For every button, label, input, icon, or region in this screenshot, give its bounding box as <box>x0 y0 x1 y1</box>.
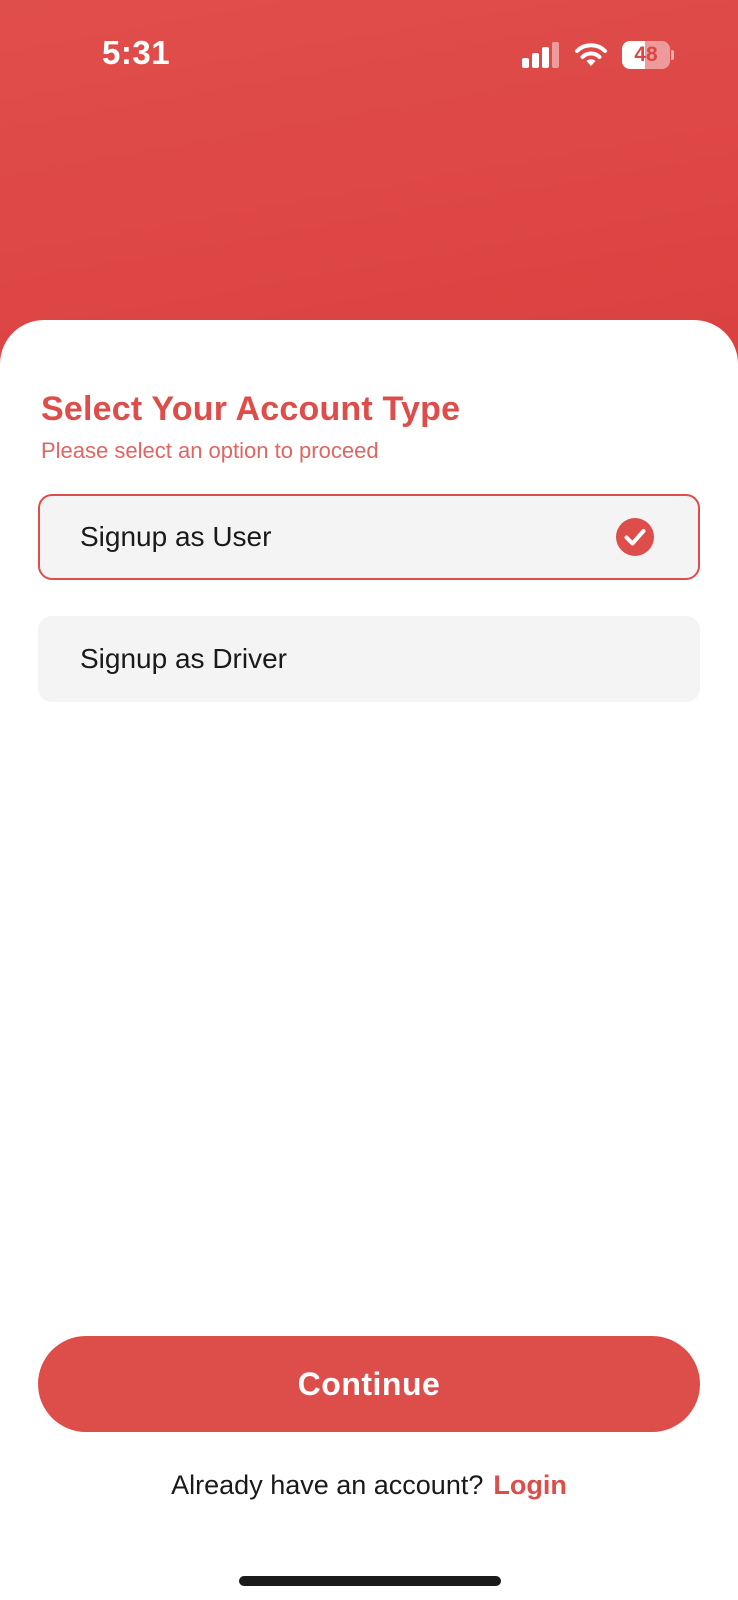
status-bar: 5:31 48 <box>0 0 738 110</box>
status-time: 5:31 <box>102 34 171 71</box>
check-circle-icon <box>616 518 654 556</box>
battery-icon: 48 <box>622 41 674 69</box>
login-row: Already have an account? Login <box>0 1470 738 1501</box>
login-link[interactable]: Login <box>493 1470 566 1500</box>
page-title: Select Your Account Type <box>41 390 461 428</box>
option-signup-driver[interactable]: Signup as Driver <box>38 616 700 702</box>
option-label: Signup as User <box>80 521 272 552</box>
home-indicator <box>239 1576 501 1586</box>
cellular-signal-icon <box>522 42 559 68</box>
page-subtitle: Please select an option to proceed <box>41 438 379 463</box>
login-prompt: Already have an account? <box>171 1470 484 1500</box>
content-sheet: Select Your Account Type Please select a… <box>0 320 738 1600</box>
continue-button[interactable]: Continue <box>38 1336 700 1432</box>
option-signup-user[interactable]: Signup as User <box>38 494 700 580</box>
account-type-screen: 5:31 48 Select Your Account Type Please … <box>0 0 738 1600</box>
wifi-icon <box>575 43 607 66</box>
battery-percent: 48 <box>634 43 658 66</box>
option-label: Signup as Driver <box>80 643 287 674</box>
status-icons: 48 <box>522 38 674 72</box>
